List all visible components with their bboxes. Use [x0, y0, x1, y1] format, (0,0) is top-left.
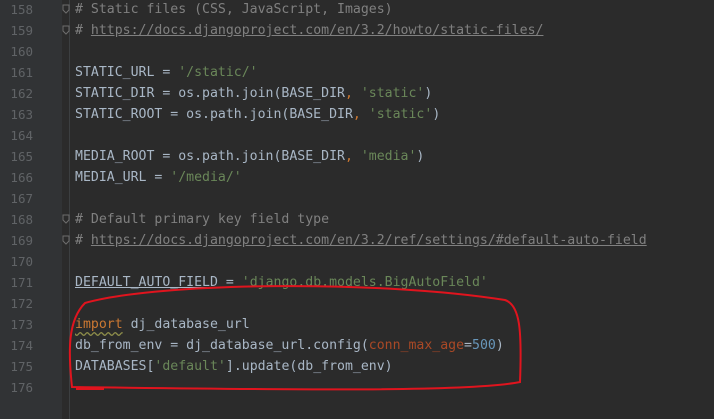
code-token-plain: STATIC_ROOT = os.path.join(BASE_DIR — [75, 107, 353, 122]
line-number: 161 — [10, 65, 33, 80]
line-number: 175 — [10, 359, 33, 374]
code-token-plain: ) — [432, 107, 441, 122]
line-number: 170 — [10, 254, 33, 269]
line-number: 172 — [10, 296, 33, 311]
code-token-plain: ].update(db_from_env) — [225, 359, 393, 374]
line-number: 174 — [10, 338, 33, 353]
code-line[interactable]: 159 # https://docs.djangoproject.com/en/3… — [0, 20, 714, 41]
line-number: 159 — [10, 23, 33, 38]
code-token-param: conn_max_age — [368, 338, 465, 353]
code-token-plain: STATIC_URL = — [75, 65, 179, 80]
code-line[interactable]: 173 import dj_database_url — [0, 314, 714, 335]
code-token-plain: ) — [495, 338, 504, 353]
code-line[interactable]: 162 STATIC_DIR = os.path.join(BASE_DIR, '… — [0, 83, 714, 104]
fold-marker-icon[interactable] — [62, 25, 70, 35]
code-line[interactable]: 174 db_from_env = dj_database_url.config(… — [0, 335, 714, 356]
line-number: 169 — [10, 233, 33, 248]
code-token-link[interactable]: https://docs.djangoproject.com/en/3.2/re… — [91, 233, 647, 248]
code-token-plain: ) — [424, 86, 433, 101]
code-token-comment: # Default primary key field type — [75, 212, 330, 227]
code-line[interactable]: 167 — [0, 188, 714, 209]
code-token-string: 'media' — [360, 149, 417, 164]
line-number: 173 — [10, 317, 33, 332]
code-text: import dj_database_url — [75, 314, 250, 335]
line-number: 171 — [10, 275, 33, 290]
code-text: STATIC_ROOT = os.path.join(BASE_DIR, 'st… — [75, 104, 440, 125]
code-token-plain: MEDIA_URL = — [75, 170, 171, 185]
code-line[interactable]: 172 — [0, 293, 714, 314]
code-token-plain: STATIC_DIR = os.path.join(BASE_DIR — [75, 86, 345, 101]
code-line[interactable]: 161 STATIC_URL = '/static/' — [0, 62, 714, 83]
line-number: 176 — [10, 380, 33, 395]
code-token-string: '/static/' — [178, 65, 258, 80]
code-line[interactable]: 175 DATABASES['default'].update(db_from_e… — [0, 356, 714, 377]
line-number: 166 — [10, 170, 33, 185]
code-line[interactable]: 169 # https://docs.djangoproject.com/en/3… — [0, 230, 714, 251]
code-token-op: , — [352, 107, 369, 122]
line-number: 163 — [10, 107, 33, 122]
code-token-plain: DATABASES[ — [75, 359, 155, 374]
code-token-string: 'static' — [360, 86, 425, 101]
code-token-string: 'static' — [368, 107, 433, 122]
code-text: # https://docs.djangoproject.com/en/3.2/… — [75, 230, 647, 251]
code-text: DATABASES['default'].update(db_from_env) — [75, 356, 393, 377]
code-text: STATIC_DIR = os.path.join(BASE_DIR, 'sta… — [75, 83, 432, 104]
code-token-link[interactable]: https://docs.djangoproject.com/en/3.2/ho… — [91, 23, 544, 38]
code-token-number: 500 — [472, 338, 496, 353]
fold-marker-icon[interactable] — [62, 235, 70, 245]
line-number: 162 — [10, 86, 33, 101]
code-line[interactable]: 170 — [0, 251, 714, 272]
code-editor[interactable]: 158 # Static files (CSS, JavaScript, Imag… — [0, 0, 714, 419]
line-number: 158 — [10, 2, 33, 17]
code-token-plain: db_from_env = dj_database_url.config( — [75, 338, 369, 353]
code-token-op: , — [344, 149, 361, 164]
code-text: DEFAULT_AUTO_FIELD = 'django.db.models.B… — [75, 272, 488, 293]
code-line[interactable]: 158 # Static files (CSS, JavaScript, Imag… — [0, 0, 714, 20]
code-line[interactable]: 166 MEDIA_URL = '/media/' — [0, 167, 714, 188]
code-line[interactable]: 176 — [0, 377, 714, 398]
line-number: 167 — [10, 191, 33, 206]
line-number: 165 — [10, 149, 33, 164]
code-line[interactable]: 163 STATIC_ROOT = os.path.join(BASE_DIR, … — [0, 104, 714, 125]
code-token-string: '/media/' — [170, 170, 242, 185]
code-token-comment: # — [75, 233, 91, 248]
code-token-plain: dj_database_url — [122, 317, 250, 332]
code-line[interactable]: 160 — [0, 41, 714, 62]
code-token-string: 'default' — [154, 359, 226, 374]
code-token-keyword: import — [75, 317, 123, 332]
line-number: 168 — [10, 212, 33, 227]
code-text: db_from_env = dj_database_url.config(con… — [75, 335, 504, 356]
fold-marker-icon[interactable] — [62, 214, 70, 224]
code-line[interactable]: 168 # Default primary key field type — [0, 209, 714, 230]
code-token-plain: MEDIA_ROOT = os.path.join(BASE_DIR — [75, 149, 345, 164]
line-number: 160 — [10, 44, 33, 59]
code-text: # Default primary key field type — [75, 209, 329, 230]
code-line[interactable]: 165 MEDIA_ROOT = os.path.join(BASE_DIR, '… — [0, 146, 714, 167]
code-token-string: 'django.db.models.BigAutoField' — [241, 275, 488, 290]
fold-marker-icon[interactable] — [62, 4, 70, 14]
code-text: # https://docs.djangoproject.com/en/3.2/… — [75, 20, 543, 41]
code-text: STATIC_URL = '/static/' — [75, 62, 258, 83]
code-token-op: , — [344, 86, 361, 101]
code-text: MEDIA_ROOT = os.path.join(BASE_DIR, 'med… — [75, 146, 424, 167]
code-token-plain: = — [464, 338, 472, 353]
code-token-comment: # — [75, 23, 91, 38]
code-text: # Static files (CSS, JavaScript, Images) — [75, 0, 393, 20]
code-line[interactable]: 164 — [0, 125, 714, 146]
code-token-plain: ) — [416, 149, 425, 164]
code-token-comment: # Static files (CSS, JavaScript, Images) — [75, 2, 393, 17]
code-line[interactable]: 171 DEFAULT_AUTO_FIELD = 'django.db.model… — [0, 272, 714, 293]
code-token-plain: = — [217, 275, 242, 290]
line-number: 164 — [10, 128, 33, 143]
code-text: MEDIA_URL = '/media/' — [75, 167, 242, 188]
code-token-strike: DEFAULT_AUTO_FIELD — [75, 275, 218, 290]
